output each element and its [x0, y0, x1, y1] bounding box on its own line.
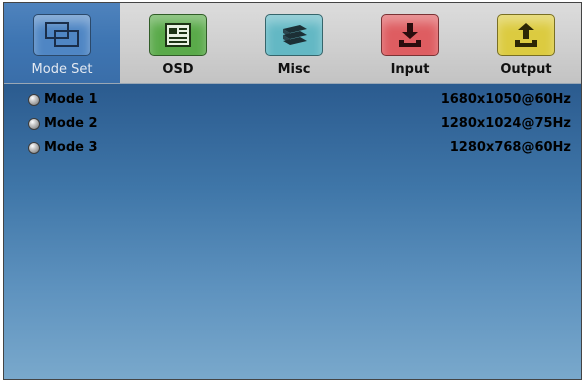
tab-osd[interactable]: OSD [120, 3, 236, 83]
mode-name: Mode 3 [44, 140, 98, 155]
mode-name: Mode 1 [44, 92, 98, 107]
mode-set-icon [33, 14, 91, 56]
mode-name: Mode 2 [44, 116, 98, 131]
input-icon [381, 14, 439, 56]
osd-icon [149, 14, 207, 56]
mode-row-3[interactable]: Mode 3 1280x768@60Hz [4, 138, 581, 160]
osd-window: Mode Set OSD Misc Input Output Mode 1 16… [3, 2, 582, 380]
misc-icon [265, 14, 323, 56]
bullet-icon [28, 94, 40, 106]
tab-mode-set-label: Mode Set [31, 62, 93, 77]
tab-output[interactable]: Output [468, 3, 581, 83]
tab-input[interactable]: Input [352, 3, 468, 83]
bullet-icon [28, 118, 40, 130]
bullet-icon [28, 142, 40, 154]
tab-bar: Mode Set OSD Misc Input Output [4, 3, 581, 84]
mode-list: Mode 1 1680x1050@60Hz Mode 2 1280x1024@7… [4, 84, 581, 379]
mode-resolution: 1280x768@60Hz [449, 140, 571, 155]
mode-resolution: 1680x1050@60Hz [440, 92, 571, 107]
mode-resolution: 1280x1024@75Hz [440, 116, 571, 131]
tab-misc-label: Misc [277, 62, 311, 77]
tab-input-label: Input [390, 62, 430, 77]
output-icon [497, 14, 555, 56]
mode-row-1[interactable]: Mode 1 1680x1050@60Hz [4, 90, 581, 112]
tab-misc[interactable]: Misc [236, 3, 352, 83]
tab-osd-label: OSD [162, 62, 194, 77]
mode-row-2[interactable]: Mode 2 1280x1024@75Hz [4, 114, 581, 136]
tab-mode-set[interactable]: Mode Set [4, 3, 120, 83]
tab-output-label: Output [500, 62, 552, 77]
